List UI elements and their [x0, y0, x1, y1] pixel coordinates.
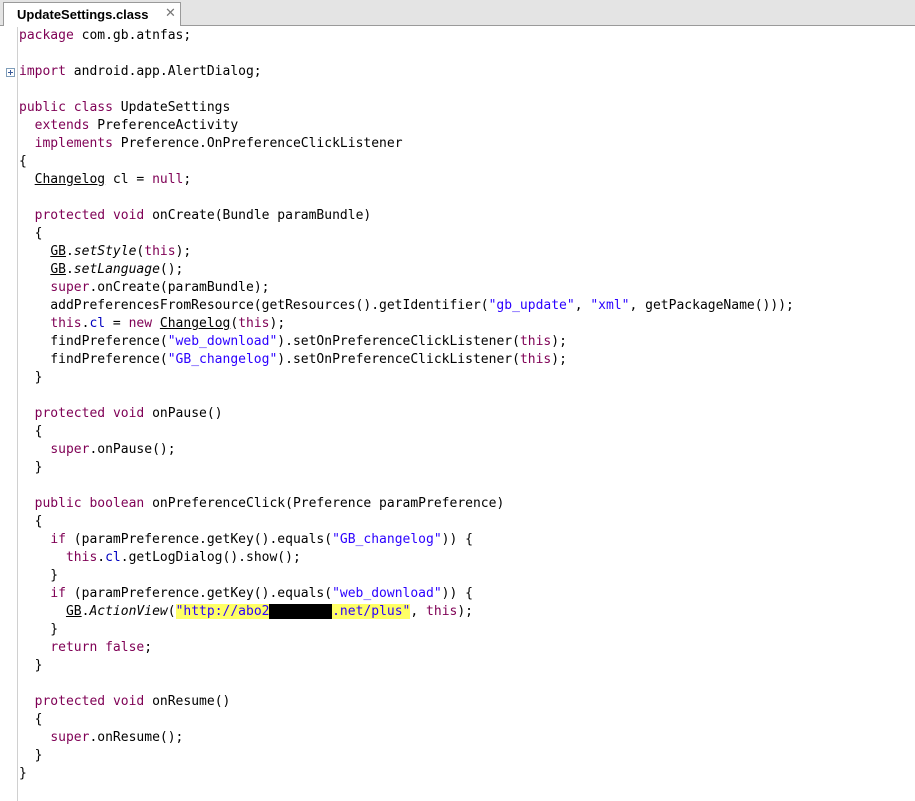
- code-line: {: [19, 514, 43, 529]
- code-line: implements Preference.OnPreferenceClickL…: [34, 136, 403, 151]
- code-line: }: [19, 748, 43, 763]
- code-line: }: [19, 622, 59, 637]
- editor-tab-strip: UpdateSettings.class ✕: [0, 0, 915, 26]
- expand-icon[interactable]: [6, 68, 15, 77]
- code-line: GB.setLanguage();: [50, 262, 184, 277]
- code-line: public boolean onPreferenceClick(Prefere…: [34, 496, 505, 511]
- code-line: this.cl.getLogDialog().show();: [65, 550, 301, 565]
- code-line: Changelog cl = null;: [34, 172, 192, 187]
- code-line: protected void onResume(): [34, 694, 231, 709]
- code-line: extends PreferenceActivity: [34, 118, 239, 133]
- code-line: }: [19, 370, 43, 385]
- code-line: this.cl = new Changelog(this);: [50, 316, 286, 331]
- code-line: import android.app.AlertDialog;: [19, 64, 262, 79]
- code-line: protected void onPause(): [34, 406, 223, 421]
- code-line: protected void onCreate(Bundle paramBund…: [34, 208, 372, 223]
- code-line: }: [19, 568, 59, 583]
- code-line: super.onResume();: [50, 730, 184, 745]
- code-line: if (paramPreference.getKey().equals("web…: [50, 586, 473, 601]
- code-line: GB.ActionView("http://abo2XXXXXXXX.net/p…: [65, 604, 474, 619]
- close-icon[interactable]: ✕: [165, 6, 176, 22]
- code-line: public class UpdateSettings: [19, 100, 231, 115]
- code-line: {: [19, 712, 43, 727]
- code-line: findPreference("GB_changelog").setOnPref…: [19, 352, 567, 367]
- code-editor[interactable]: package com.gb.atnfas; import android.ap…: [0, 27, 915, 801]
- code-line: findPreference("web_download").setOnPref…: [19, 334, 567, 349]
- code-area[interactable]: package com.gb.atnfas; import android.ap…: [19, 27, 915, 783]
- redacted-block: XXXXXXXX: [269, 604, 333, 619]
- code-line: {: [19, 226, 43, 241]
- code-line: }: [19, 658, 43, 673]
- code-line: addPreferencesFromResource(getResources(…: [19, 298, 794, 313]
- tab-update-settings[interactable]: UpdateSettings.class ✕: [3, 2, 181, 26]
- editor-gutter: [0, 27, 18, 801]
- code-line: super.onCreate(paramBundle);: [50, 280, 270, 295]
- highlighted-url: "http://abo2: [175, 604, 270, 619]
- code-line: if (paramPreference.getKey().equals("GB_…: [50, 532, 473, 547]
- code-line: {: [19, 154, 27, 169]
- code-line: return false;: [50, 640, 153, 655]
- code-line: {: [19, 424, 43, 439]
- tab-title: UpdateSettings.class: [17, 7, 149, 22]
- code-line: package com.gb.atnfas;: [19, 28, 192, 43]
- code-line: GB.setStyle(this);: [50, 244, 192, 259]
- code-line: }: [19, 766, 27, 781]
- code-line: super.onPause();: [50, 442, 176, 457]
- code-line: }: [19, 460, 43, 475]
